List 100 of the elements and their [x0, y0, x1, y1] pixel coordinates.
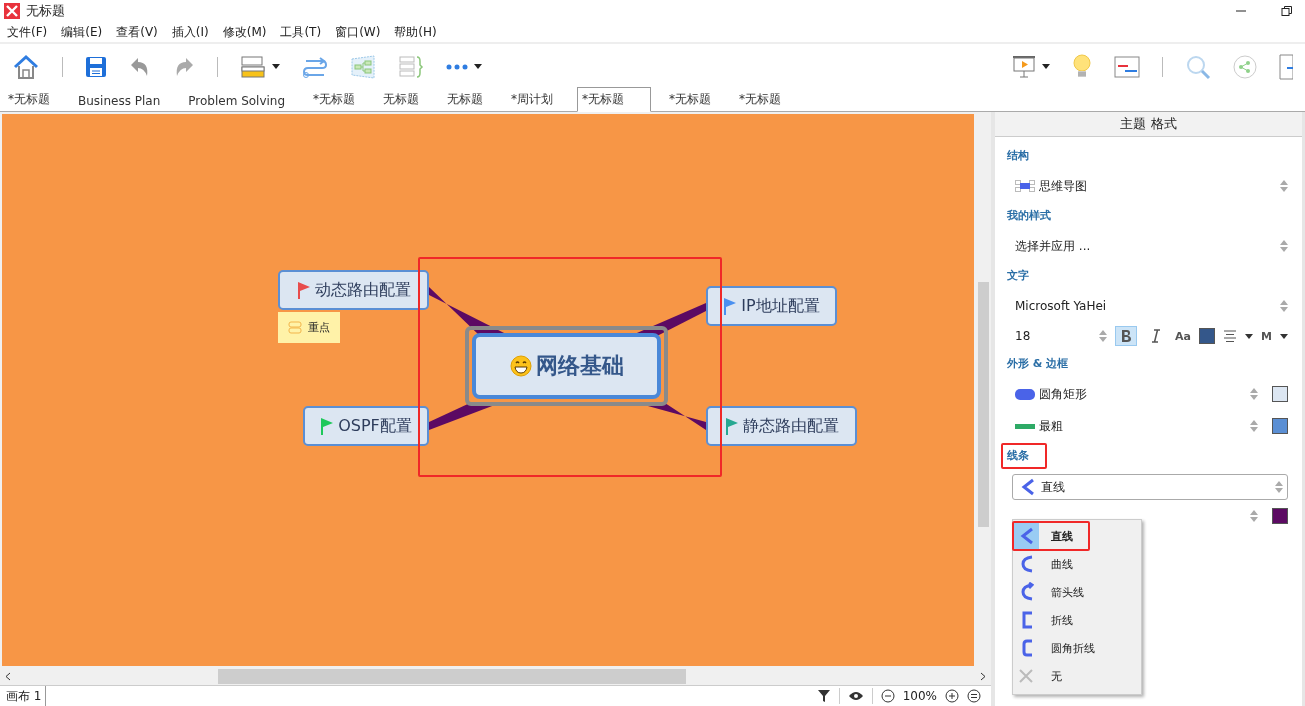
zoom-level: 100% — [902, 689, 937, 703]
zoom-in-icon[interactable] — [945, 689, 959, 703]
section-heading: 线条 — [1007, 449, 1029, 462]
document-tab[interactable]: *无标题 — [665, 88, 722, 111]
more-icon[interactable] — [446, 63, 468, 70]
spinner-icon[interactable] — [1099, 329, 1107, 343]
menu-item[interactable]: 查看(V) — [116, 23, 158, 41]
filter-icon[interactable] — [816, 689, 831, 703]
spinner-icon[interactable] — [1280, 179, 1288, 193]
fit-icon[interactable] — [967, 689, 981, 703]
spinner-icon[interactable] — [1275, 480, 1283, 494]
border-select[interactable]: 最粗 — [1015, 417, 1258, 435]
dropdown-option[interactable]: 曲线 — [1013, 550, 1141, 578]
topic-node[interactable]: 静态路由配置 — [706, 406, 857, 446]
spinner-icon[interactable] — [1250, 387, 1258, 401]
spinner-icon[interactable] — [1250, 509, 1258, 523]
gantt-icon[interactable] — [1114, 55, 1140, 78]
menu-item[interactable]: 工具(T) — [280, 23, 322, 41]
caret-icon[interactable] — [1244, 333, 1253, 339]
spinner-icon[interactable] — [1250, 419, 1258, 433]
branch-line-icon — [1018, 526, 1034, 546]
topic-node[interactable]: 动态路由配置 — [278, 270, 429, 310]
app-logo-icon — [4, 3, 20, 19]
central-topic-text: 网络基础 — [535, 352, 624, 380]
style-select[interactable]: 选择并应用 ... — [1007, 230, 1288, 262]
section-heading: 文字 — [1007, 268, 1029, 284]
eye-icon[interactable] — [847, 691, 864, 701]
menu-item[interactable]: 修改(M) — [222, 23, 267, 41]
menu-item[interactable]: 窗口(W) — [335, 23, 381, 41]
flag-icon — [723, 297, 738, 315]
menu-item[interactable]: 编辑(E) — [61, 23, 103, 41]
panel-title: 主题 格式 — [995, 112, 1302, 137]
document-tab[interactable]: *无标题 — [309, 88, 366, 111]
flag-icon — [320, 417, 335, 435]
fill-color-swatch[interactable] — [1272, 386, 1288, 402]
caret-icon[interactable] — [1042, 64, 1050, 69]
font-select[interactable]: Microsoft YaHei — [1007, 290, 1288, 322]
document-tab[interactable]: Business Plan — [74, 91, 171, 111]
scroll-left-icon[interactable] — [5, 672, 11, 681]
topic-node[interactable]: IP地址配置 — [706, 286, 837, 326]
font-weight-button[interactable]: M — [1260, 329, 1272, 343]
section-heading: 外形 & 边框 — [1007, 356, 1069, 372]
presentation-icon[interactable] — [1012, 54, 1036, 79]
shape-select[interactable]: 圆角矩形 — [1015, 385, 1258, 403]
scroll-right-icon[interactable] — [980, 672, 986, 681]
grin-emoji-icon — [509, 355, 532, 377]
topic-node[interactable]: OSPF配置 — [303, 406, 429, 446]
structure-select[interactable]: 思维导图 — [1007, 170, 1288, 202]
dropdown-option[interactable]: 箭头线 — [1013, 578, 1141, 606]
flag-icon — [296, 281, 311, 299]
caret-icon[interactable] — [272, 64, 280, 69]
export-icon[interactable] — [1279, 53, 1293, 80]
restore-icon[interactable] — [1281, 5, 1293, 17]
cross-icon — [1018, 668, 1034, 684]
insert-topic-icon[interactable] — [240, 54, 266, 79]
lightbulb-icon[interactable] — [1072, 53, 1092, 80]
zoom-out-icon[interactable] — [880, 689, 895, 703]
border-color-swatch[interactable] — [1272, 418, 1288, 434]
straight-branch-icon — [1019, 477, 1035, 497]
relationship-icon[interactable] — [302, 54, 328, 79]
menu-item[interactable]: 文件(F) — [7, 23, 48, 41]
document-tab[interactable]: 无标题 — [443, 88, 494, 111]
caret-icon[interactable] — [474, 64, 482, 69]
document-tab[interactable]: *无标题 — [577, 87, 652, 112]
font-size-field[interactable]: 18 — [1015, 329, 1107, 343]
vertical-scrollbar[interactable] — [976, 112, 991, 668]
dropdown-option[interactable]: 折线 — [1013, 606, 1141, 634]
line-color-swatch[interactable] — [1272, 508, 1288, 524]
label-icon — [288, 321, 302, 334]
section-heading: 我的样式 — [1007, 208, 1051, 224]
document-tab[interactable]: Problem Solving — [184, 91, 296, 111]
text-case-button[interactable]: Aa — [1175, 329, 1191, 343]
document-tab[interactable]: *周计划 — [507, 88, 564, 111]
menu-item[interactable]: 帮助(H) — [394, 23, 437, 41]
central-topic[interactable]: 网络基础 — [472, 333, 661, 399]
horizontal-scrollbar[interactable] — [0, 668, 991, 685]
highlight-frame — [1001, 443, 1047, 469]
bold-button[interactable] — [1115, 326, 1137, 346]
dropdown-option[interactable]: 直线 — [1013, 522, 1141, 550]
dropdown-option[interactable]: 圆角折线 — [1013, 634, 1141, 662]
document-tab[interactable]: *无标题 — [735, 88, 792, 111]
flag-icon — [724, 417, 739, 435]
document-tab[interactable]: 无标题 — [379, 88, 430, 111]
mind-map-icon — [1015, 180, 1035, 192]
home-icon[interactable] — [12, 53, 40, 80]
document-tab[interactable]: *无标题 — [4, 88, 60, 111]
caret-icon[interactable] — [1279, 333, 1288, 339]
window-title: 无标题 — [26, 2, 65, 20]
line-style-select[interactable]: 直线 — [1012, 474, 1288, 500]
align-icon[interactable] — [1222, 330, 1237, 342]
save-icon[interactable] — [85, 55, 107, 78]
rounded-rectangle-icon — [1015, 388, 1035, 400]
text-color-swatch[interactable] — [1198, 328, 1215, 344]
sheet-tab[interactable]: 画布 1 — [0, 686, 47, 706]
spinner-icon[interactable] — [1280, 299, 1288, 313]
search-icon[interactable] — [1185, 53, 1211, 80]
menu-item[interactable]: 插入(I) — [171, 23, 209, 41]
dropdown-option[interactable]: 无 — [1013, 662, 1141, 690]
spinner-icon[interactable] — [1280, 239, 1288, 253]
topic-label[interactable]: 重点 — [278, 312, 340, 343]
